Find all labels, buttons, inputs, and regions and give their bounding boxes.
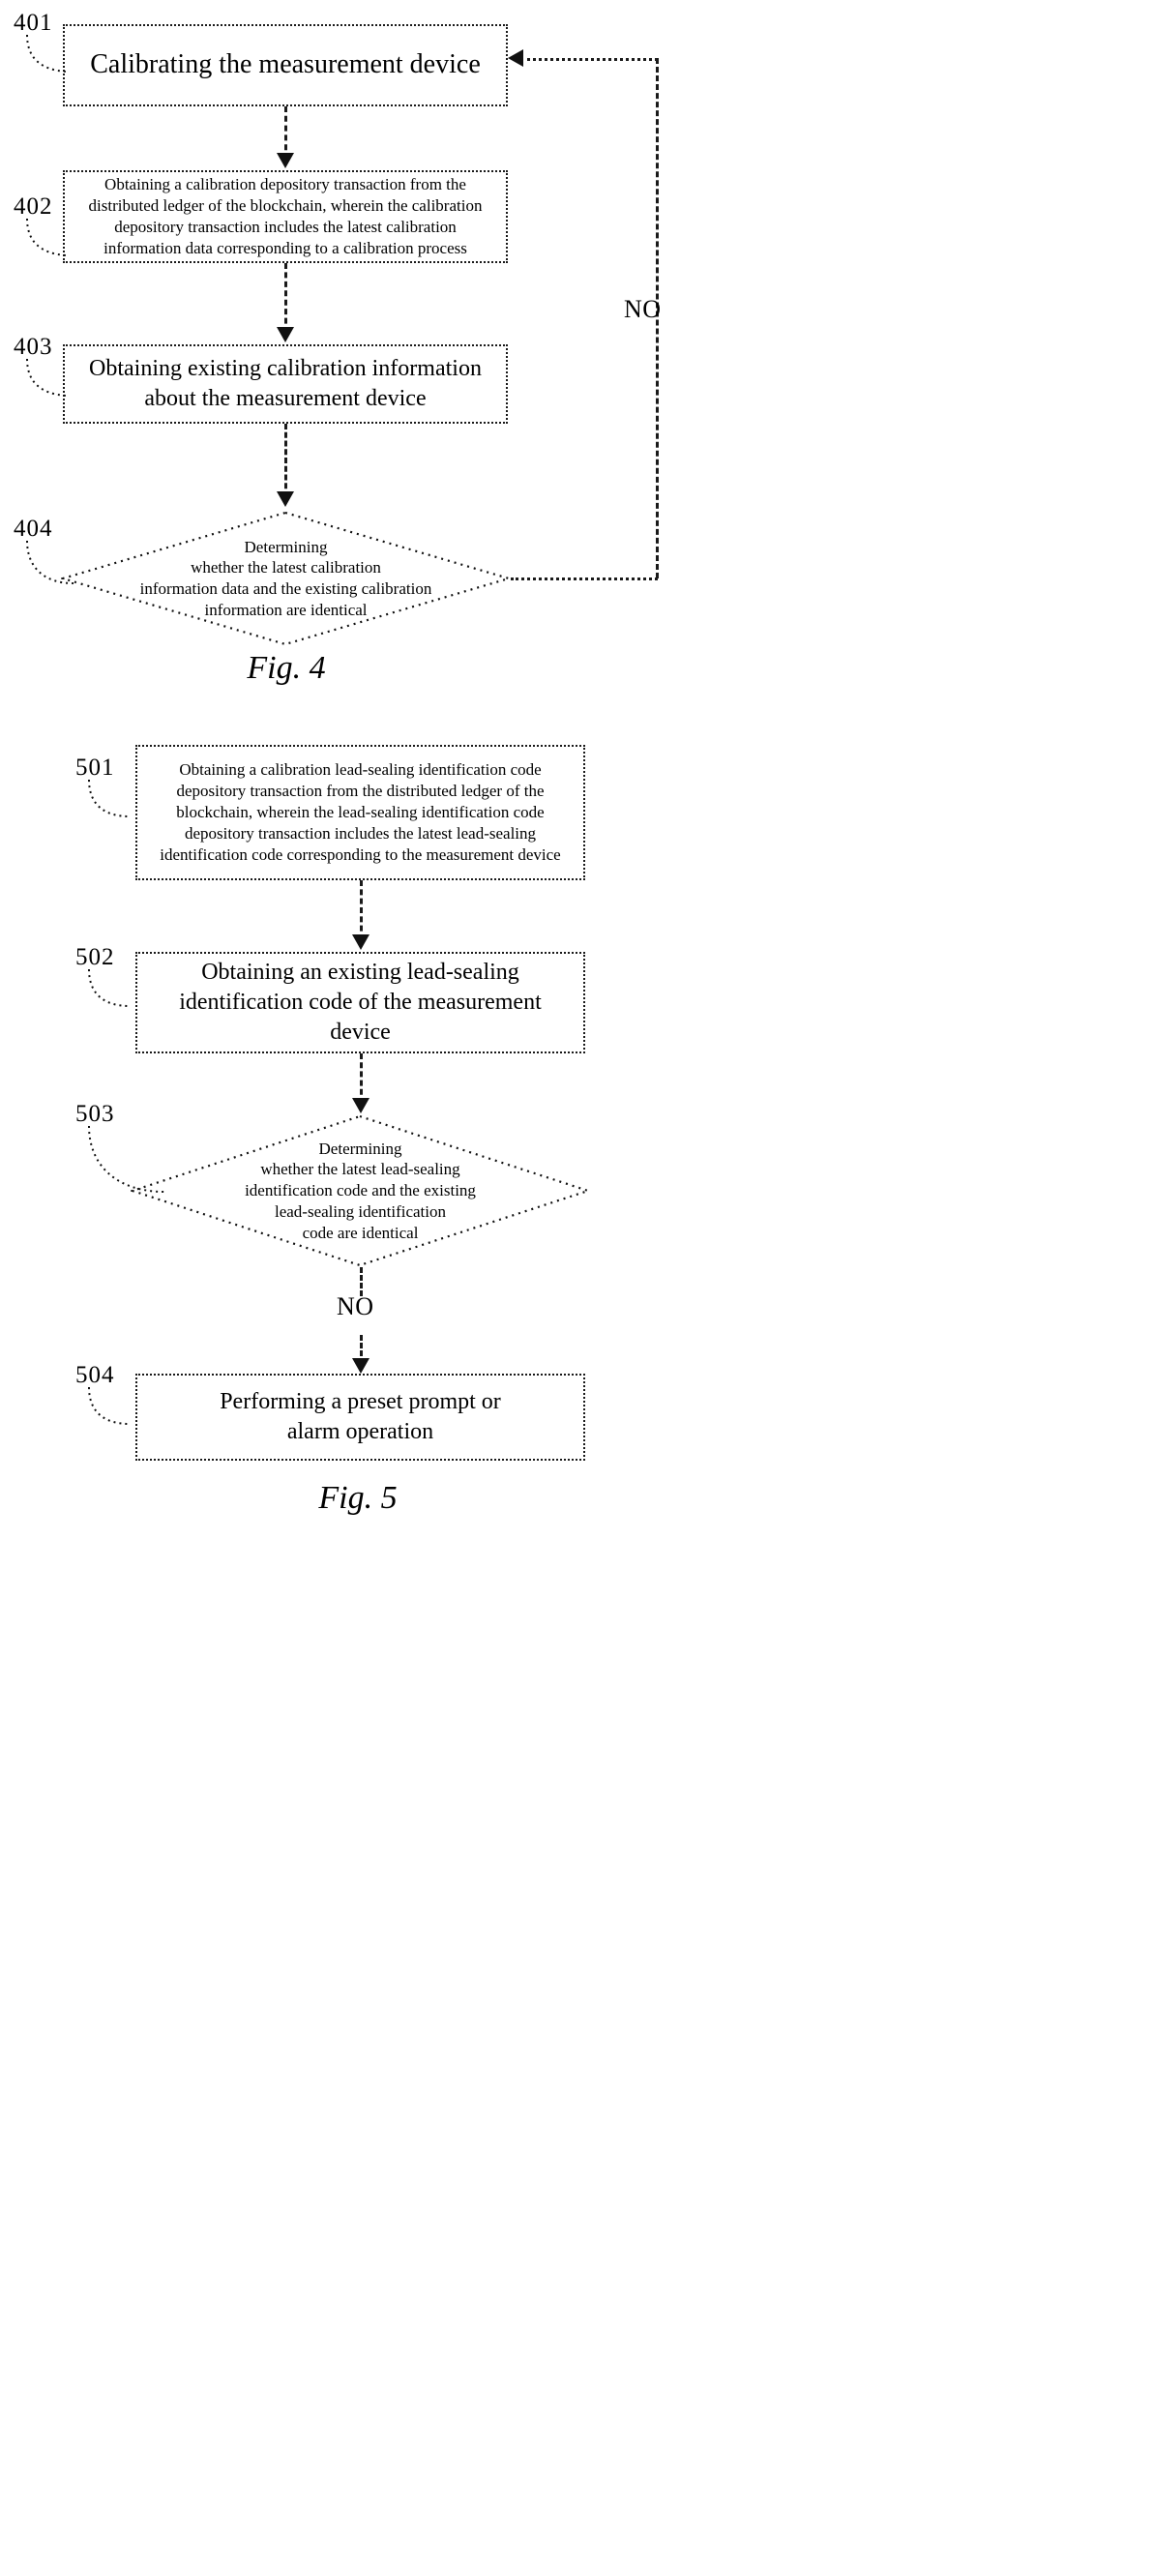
connector-401-402 <box>284 106 287 160</box>
connector-502-503-arrowhead <box>352 1098 370 1113</box>
reference-numeral-502: 502 <box>75 944 115 970</box>
connector-501-502-arrowhead <box>352 934 370 950</box>
process-node-401: Calibrating the measurement device <box>63 24 508 106</box>
decision-node-404: Determining whether the latest calibrati… <box>61 511 511 646</box>
process-node-403-label: Obtaining existing calibration informati… <box>89 355 482 411</box>
reference-numeral-404: 404 <box>14 516 53 542</box>
connector-501-502 <box>360 880 363 940</box>
decision-node-503: Determining whether the latest lead-seal… <box>131 1114 590 1267</box>
leader-line-504 <box>88 1386 131 1425</box>
figure-caption-4: Fig. 4 <box>247 650 326 686</box>
leader-line-502 <box>88 968 131 1007</box>
process-node-402: Obtaining a calibration depository trans… <box>63 170 508 263</box>
figure-caption-5: Fig. 5 <box>318 1480 398 1516</box>
connector-502-503 <box>360 1053 363 1104</box>
process-node-502-label: Obtaining an existing lead-sealing ident… <box>179 959 542 1046</box>
feedback-arrowhead-into-401 <box>508 49 523 67</box>
leader-line-501 <box>88 779 131 817</box>
feedback-line-horizontal-top <box>527 58 658 61</box>
connector-401-402-arrowhead <box>277 153 294 168</box>
reference-numeral-501: 501 <box>75 755 115 781</box>
process-node-501: Obtaining a calibration lead-sealing ide… <box>135 745 585 880</box>
process-node-504-label: Performing a preset prompt or alarm oper… <box>220 1388 501 1444</box>
decision-node-503-label: Determining whether the latest lead-seal… <box>245 1139 476 1242</box>
reference-numeral-401: 401 <box>14 10 53 36</box>
branch-label-no-fig5: NO <box>337 1292 374 1320</box>
process-node-504: Performing a preset prompt or alarm oper… <box>135 1374 585 1461</box>
branch-label-no-fig4: NO <box>624 295 662 323</box>
reference-numeral-403: 403 <box>14 334 53 360</box>
connector-403-404-arrowhead <box>277 491 294 507</box>
connector-402-403 <box>284 263 287 333</box>
reference-numeral-504: 504 <box>75 1362 115 1388</box>
feedback-line-horizontal-bottom <box>511 577 658 580</box>
decision-node-404-label: Determining whether the latest calibrati… <box>139 537 432 619</box>
patent-drawing-sheet: Calibrating the measurement device 401 O… <box>0 0 1153 2576</box>
connector-402-403-arrowhead <box>277 327 294 342</box>
connector-403-404 <box>284 424 287 497</box>
reference-numeral-503: 503 <box>75 1101 115 1127</box>
process-node-502: Obtaining an existing lead-sealing ident… <box>135 952 585 1053</box>
process-node-501-label: Obtaining a calibration lead-sealing ide… <box>160 759 561 865</box>
connector-503-504-arrowhead <box>352 1358 370 1374</box>
process-node-402-label: Obtaining a calibration depository trans… <box>88 174 483 258</box>
process-node-403: Obtaining existing calibration informati… <box>63 344 508 424</box>
reference-numeral-402: 402 <box>14 193 53 220</box>
process-node-401-label: Calibrating the measurement device <box>90 49 481 80</box>
